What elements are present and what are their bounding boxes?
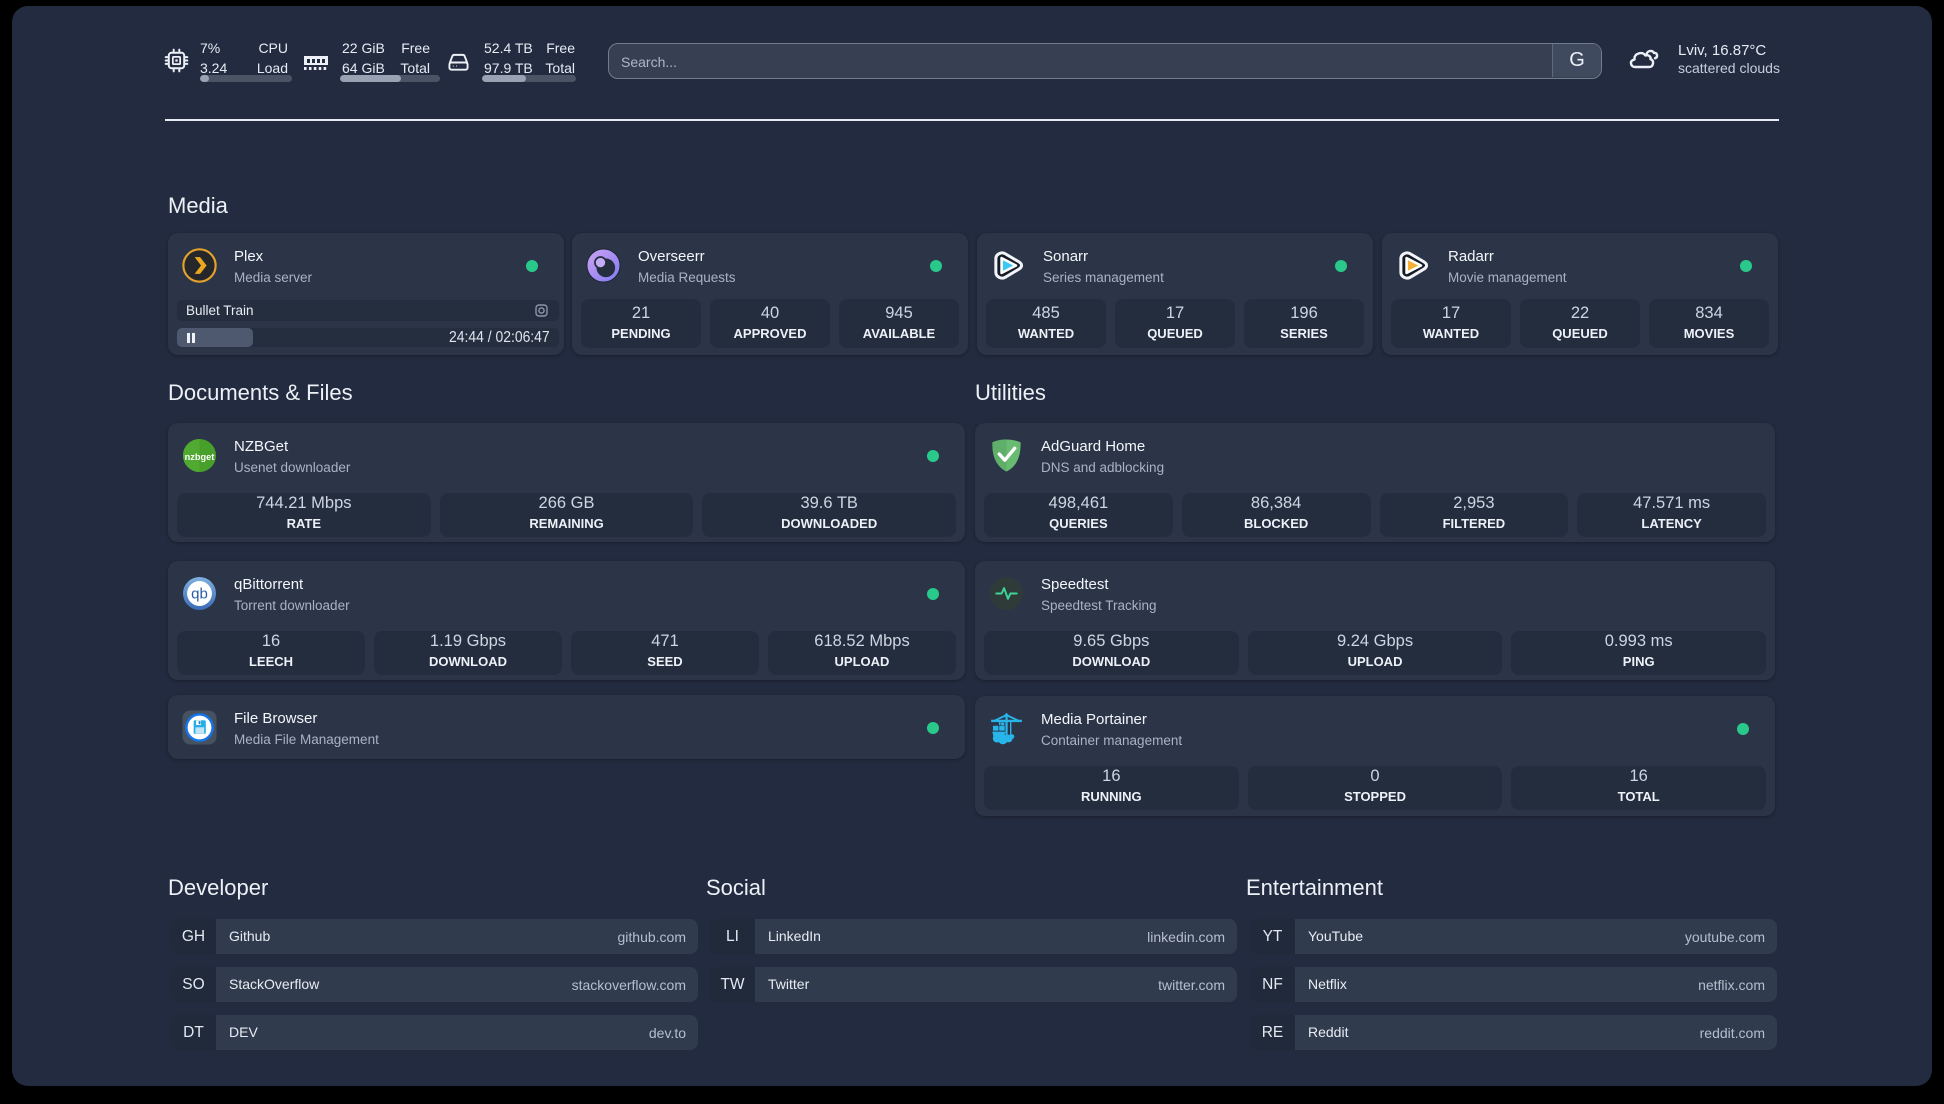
svg-text:nzbget: nzbget <box>185 452 215 462</box>
svg-text:qb: qb <box>191 586 208 603</box>
